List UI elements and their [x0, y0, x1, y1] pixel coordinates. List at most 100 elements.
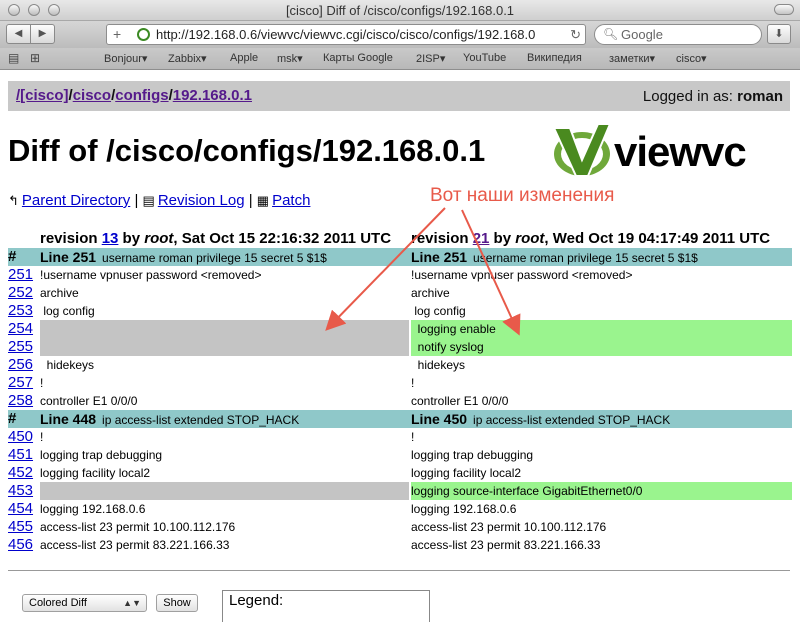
- left-line-cell: !: [40, 376, 44, 390]
- diff-row: 450!!: [8, 428, 792, 446]
- toolbar-toggle-button[interactable]: [774, 4, 794, 15]
- right-revision-info: revision 21 by root, Wed Oct 19 04:17:49…: [411, 230, 771, 247]
- footer-divider: [8, 570, 790, 571]
- diff-row: 254 logging enable: [8, 320, 792, 338]
- revision-log-link[interactable]: Revision Log: [158, 192, 245, 209]
- bookmarks-book-icon[interactable]: ▤: [8, 51, 19, 65]
- viewvc-logo[interactable]: viewvc: [548, 122, 788, 184]
- diff-row: 251 !username vpnuser password <removed>!…: [8, 266, 792, 284]
- line-number-link[interactable]: 257: [8, 374, 33, 391]
- line-number-link[interactable]: 252: [8, 284, 33, 301]
- diff-row: 454 logging 192.168.0.6 logging 192.168.0.…: [8, 500, 792, 518]
- diff-row: 258 controller E1 0/0/0 controller E1 0/0/…: [8, 392, 792, 410]
- left-line-cell: archive: [40, 286, 79, 300]
- left-line-cell: hidekeys: [40, 358, 95, 372]
- left-revision-link[interactable]: 13: [102, 230, 119, 247]
- bookmark-item[interactable]: заметки▾: [609, 52, 655, 65]
- bookmark-item[interactable]: Википедия: [527, 52, 582, 64]
- back-icon: ◀: [14, 28, 23, 39]
- window-title: [cisco] Diff of /cisco/configs/192.168.0…: [285, 3, 515, 18]
- bookmark-item[interactable]: Bonjour▾: [104, 52, 147, 65]
- right-hunk-text: username roman privilege 15 secret 5 $1$: [473, 251, 698, 265]
- bookmarks-bar: ▤ ⊞ Bonjour▾ Zabbix▾ Apple msk▾ Карты Go…: [0, 48, 800, 70]
- line-number: 258: [8, 392, 36, 409]
- breadcrumb-root[interactable]: [cisco]: [20, 87, 68, 104]
- line-number: 455: [8, 518, 36, 535]
- breadcrumb-file[interactable]: 192.168.0.1: [173, 87, 252, 104]
- line-number-link[interactable]: 253: [8, 302, 33, 319]
- left-line-cell: logging 192.168.0.6: [40, 502, 146, 516]
- left-revision-date: , Sat Oct 15 22:16:32 2011 UTC: [173, 230, 392, 247]
- line-number-link[interactable]: 454: [8, 500, 33, 517]
- line-number: 251: [8, 266, 36, 283]
- line-number-link[interactable]: 451: [8, 446, 33, 463]
- line-number-link[interactable]: 258: [8, 392, 33, 409]
- breadcrumb: /[cisco]/cisco/configs/192.168.0.1 Logge…: [8, 81, 790, 111]
- address-bar[interactable]: + http://192.168.0.6/viewvc/viewvc.cgi/c…: [106, 24, 586, 45]
- browser-toolbar: ◀ ▶ + http://192.168.0.6/viewvc/viewvc.c…: [0, 21, 800, 48]
- right-line-cell: controller E1 0/0/0: [411, 394, 509, 408]
- left-line-cell: [40, 320, 409, 338]
- top-sites-grid-icon[interactable]: ⊞: [30, 51, 40, 65]
- forward-button[interactable]: ▶: [30, 24, 55, 44]
- parent-directory-link[interactable]: Parent Directory: [22, 192, 130, 209]
- right-revision-author: root: [515, 230, 545, 247]
- bookmark-item[interactable]: YouTube: [463, 52, 506, 64]
- breadcrumb-cisco[interactable]: cisco: [73, 87, 111, 104]
- diff-row: 252 archive archive: [8, 284, 792, 302]
- patch-link[interactable]: Patch: [272, 192, 310, 209]
- left-hunk-cell: Line 448 ip access-list extended STOP_HAC…: [40, 410, 409, 428]
- line-number-link[interactable]: 255: [8, 338, 33, 355]
- forward-icon: ▶: [38, 28, 47, 39]
- line-number-link[interactable]: 256: [8, 356, 33, 373]
- add-bookmark-icon[interactable]: +: [113, 25, 121, 44]
- right-line-cell: access-list 23 permit 83.221.166.33: [411, 538, 601, 552]
- line-number-link[interactable]: 251: [8, 266, 33, 283]
- line-number-link[interactable]: 450: [8, 428, 33, 445]
- bookmark-item[interactable]: Карты Google: [323, 52, 393, 64]
- search-icon: 🔍︎: [603, 27, 619, 41]
- show-button[interactable]: Show: [156, 594, 198, 612]
- hunk-header-row: # Line 448 ip access-list extended STOP_HA…: [8, 410, 792, 428]
- reload-icon[interactable]: ↻: [570, 25, 581, 44]
- downloads-button[interactable]: ⬇: [767, 24, 791, 44]
- line-number-link[interactable]: 452: [8, 464, 33, 481]
- line-number-link[interactable]: 455: [8, 518, 33, 535]
- logo-text: viewvc: [614, 128, 747, 175]
- bookmark-item[interactable]: cisco▾: [676, 52, 707, 65]
- line-number: 456: [8, 536, 36, 553]
- left-hunk-line: Line 448: [40, 411, 97, 427]
- parent-directory-icon: ↰: [8, 193, 19, 208]
- line-number-link[interactable]: 254: [8, 320, 33, 337]
- right-hunk-cell: Line 251 username roman privilege 15 secr…: [411, 248, 792, 266]
- left-hunk-line: Line 251: [40, 249, 97, 265]
- diff-row: 253 log config log config: [8, 302, 792, 320]
- diff-row: 255 notify syslog: [8, 338, 792, 356]
- diff-format-select[interactable]: Colored Diff ▲▼: [22, 594, 147, 612]
- back-button[interactable]: ◀: [6, 24, 31, 44]
- revision-by: by: [118, 230, 145, 247]
- right-revision-link[interactable]: 21: [473, 230, 490, 247]
- right-hunk-line: Line 450: [411, 411, 468, 427]
- line-number: 253: [8, 302, 36, 319]
- right-line-cell: logging enable: [411, 320, 792, 338]
- line-number-link[interactable]: 456: [8, 536, 33, 553]
- bookmark-item[interactable]: msk▾: [277, 52, 303, 65]
- left-line-cell: [40, 338, 409, 356]
- left-revision-info: revision 13 by root, Sat Oct 15 22:16:32…: [40, 230, 391, 247]
- download-icon: ⬇: [774, 28, 784, 40]
- diff-format-value: Colored Diff: [29, 597, 87, 609]
- right-line-cell: !username vpnuser password <removed>: [411, 268, 633, 282]
- breadcrumb-configs[interactable]: configs: [115, 87, 168, 104]
- annotation-text: Вот наши изменения: [430, 185, 615, 206]
- search-field[interactable]: 🔍︎ Google: [594, 24, 762, 45]
- left-line-cell: !: [40, 430, 44, 444]
- search-placeholder: Google: [621, 27, 663, 42]
- line-number-link[interactable]: 453: [8, 482, 33, 499]
- url-text: http://192.168.0.6/viewvc/viewvc.cgi/cis…: [156, 27, 536, 42]
- bookmark-item[interactable]: Zabbix▾: [168, 52, 207, 65]
- bookmark-item[interactable]: Apple: [230, 52, 258, 64]
- bookmark-item[interactable]: 2ISP▾: [416, 52, 445, 65]
- revision-prefix: revision: [40, 230, 102, 247]
- left-hunk-text: ip access-list extended STOP_HACK: [102, 413, 300, 427]
